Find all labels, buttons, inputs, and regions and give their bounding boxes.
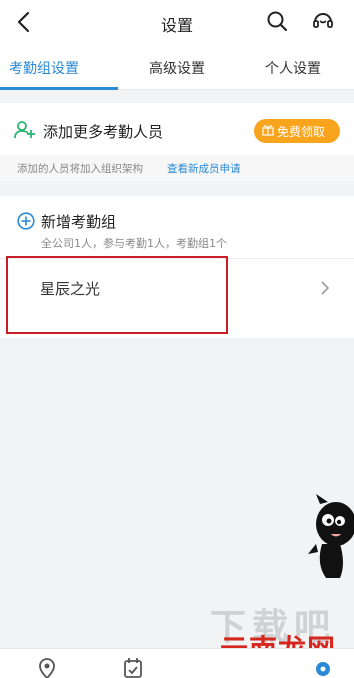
tab-advanced-settings[interactable]: 高级设置: [149, 58, 205, 78]
add-circle-icon[interactable]: [17, 212, 35, 230]
free-claim-label: 免费领取: [277, 125, 326, 139]
bottom-nav: [0, 648, 354, 678]
location-pin-icon[interactable]: [37, 657, 57, 678]
search-icon[interactable]: [266, 10, 288, 32]
add-person-icon: [14, 121, 35, 139]
tab-personal-settings[interactable]: 个人设置: [265, 58, 321, 78]
highlight-box: [6, 256, 228, 334]
top-bar: 设置: [0, 0, 354, 44]
gift-icon: [262, 125, 274, 136]
calendar-check-icon[interactable]: [123, 657, 143, 678]
free-claim-button[interactable]: 免费领取: [254, 119, 340, 143]
add-attendance-group-label[interactable]: 新增考勤组: [41, 211, 116, 232]
chevron-right-icon: [321, 281, 330, 295]
add-people-label[interactable]: 添加更多考勤人员: [43, 121, 163, 142]
page-title: 设置: [160, 16, 193, 35]
tab-attendance-group-settings[interactable]: 考勤组设置: [9, 58, 79, 78]
mascot-character: [308, 494, 354, 578]
support-headset-icon[interactable]: [311, 9, 335, 33]
tab-active-indicator: [0, 87, 118, 90]
settings-gear-icon[interactable]: [313, 657, 333, 678]
company-summary: 全公司1人，参与考勤1人，考勤组1个: [41, 237, 227, 250]
add-people-card: 添加更多考勤人员 免费领取 添加的人员将加入组织架构 查看新成员申请: [0, 103, 354, 181]
hint-text: 添加的人员将加入组织架构: [17, 163, 143, 175]
tab-bar: 考勤组设置 高级设置 个人设置: [0, 44, 354, 90]
view-new-member-requests-link[interactable]: 查看新成员申请: [167, 161, 241, 176]
